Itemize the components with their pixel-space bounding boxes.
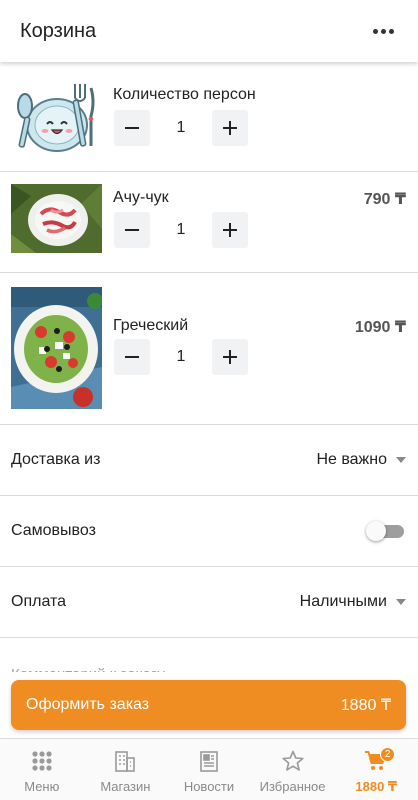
tab-cart[interactable]: 2 1880 ₸ xyxy=(334,739,418,800)
item-increase-button[interactable] xyxy=(212,339,248,375)
item-decrease-button[interactable] xyxy=(114,212,150,248)
minus-icon xyxy=(125,127,139,129)
more-dot xyxy=(380,28,386,34)
item-quantity: 1 xyxy=(176,348,186,365)
more-dot xyxy=(388,28,394,34)
newspaper-icon xyxy=(200,751,218,772)
payment-select[interactable]: Наличными xyxy=(300,593,406,611)
item-price: 1090 ₸ xyxy=(354,319,406,336)
cart-item-row: Ачу-чук 790 ₸ 1 xyxy=(0,172,418,273)
more-options-button[interactable] xyxy=(368,16,398,46)
delivery-row: Доставка из Не важно xyxy=(0,425,418,496)
persons-increase-button[interactable] xyxy=(212,110,248,146)
greek-salad-photo xyxy=(11,287,103,409)
item-quantity: 1 xyxy=(176,221,186,238)
checkout-total: 1880 ₸ xyxy=(340,697,391,714)
payment-label: Оплата xyxy=(11,593,67,610)
cart-count-badge: 2 xyxy=(380,747,396,762)
toggle-thumb xyxy=(366,521,386,541)
delivery-select[interactable]: Не важно xyxy=(316,451,406,469)
bottom-navigation: Меню Магазин Новости Избранное 2 1880 ₸ xyxy=(0,738,418,800)
delivery-value: Не важно xyxy=(316,451,387,468)
pickup-label: Самовывоз xyxy=(11,522,96,539)
item-stepper: 1 xyxy=(114,212,248,248)
payment-value: Наличными xyxy=(299,593,387,610)
dropdown-caret-icon xyxy=(396,457,406,463)
cutlery-plate-illustration xyxy=(11,80,95,154)
tab-favorites[interactable]: Избранное xyxy=(251,739,335,800)
payment-row: Оплата Наличными xyxy=(0,567,418,638)
tab-shop[interactable]: Магазин xyxy=(84,739,168,800)
delivery-label: Доставка из xyxy=(11,451,101,468)
order-comment-field[interactable]: Комментарий к заказу xyxy=(0,638,418,672)
persons-label: Количество персон xyxy=(113,86,256,103)
minus-icon xyxy=(125,229,139,231)
tab-menu[interactable]: Меню xyxy=(0,739,84,800)
more-dot xyxy=(372,28,378,34)
item-stepper: 1 xyxy=(114,339,248,375)
tab-label: 1880 ₸ xyxy=(355,779,397,794)
tab-label: Избранное xyxy=(259,779,326,794)
persons-decrease-button[interactable] xyxy=(114,110,150,146)
tab-label: Магазин xyxy=(100,779,151,794)
star-icon xyxy=(281,750,304,771)
plus-icon xyxy=(223,223,237,237)
dropdown-caret-icon xyxy=(396,599,406,605)
checkout-label: Оформить заказ xyxy=(26,696,150,713)
item-price: 790 ₸ xyxy=(363,191,406,208)
app-header: Корзина xyxy=(0,0,418,62)
building-icon xyxy=(115,751,136,772)
cart-content[interactable]: Количество персон 1 Ачу-чук 790 ₸ 1 Греч… xyxy=(0,62,418,672)
item-name: Ачу-чук xyxy=(113,189,169,206)
cart-item-row: Греческий 1090 ₸ 1 xyxy=(0,273,418,425)
plus-icon xyxy=(223,121,237,135)
item-decrease-button[interactable] xyxy=(114,339,150,375)
plus-icon xyxy=(223,350,237,364)
pickup-row: Самовывоз xyxy=(0,496,418,567)
persons-quantity: 1 xyxy=(176,119,186,136)
item-increase-button[interactable] xyxy=(212,212,248,248)
minus-icon xyxy=(125,356,139,358)
checkout-button[interactable]: Оформить заказ 1880 ₸ xyxy=(11,680,406,730)
page-title: Корзина xyxy=(20,19,97,42)
item-name: Греческий xyxy=(113,317,189,334)
persons-stepper: 1 xyxy=(114,110,248,146)
tab-label: Меню xyxy=(24,779,60,794)
tab-label: Новости xyxy=(183,779,235,794)
grid-icon xyxy=(32,751,52,771)
achu-chuk-photo xyxy=(11,184,102,253)
persons-row: Количество персон 1 xyxy=(0,62,418,172)
tab-news[interactable]: Новости xyxy=(167,739,251,800)
pickup-toggle[interactable] xyxy=(366,521,406,541)
